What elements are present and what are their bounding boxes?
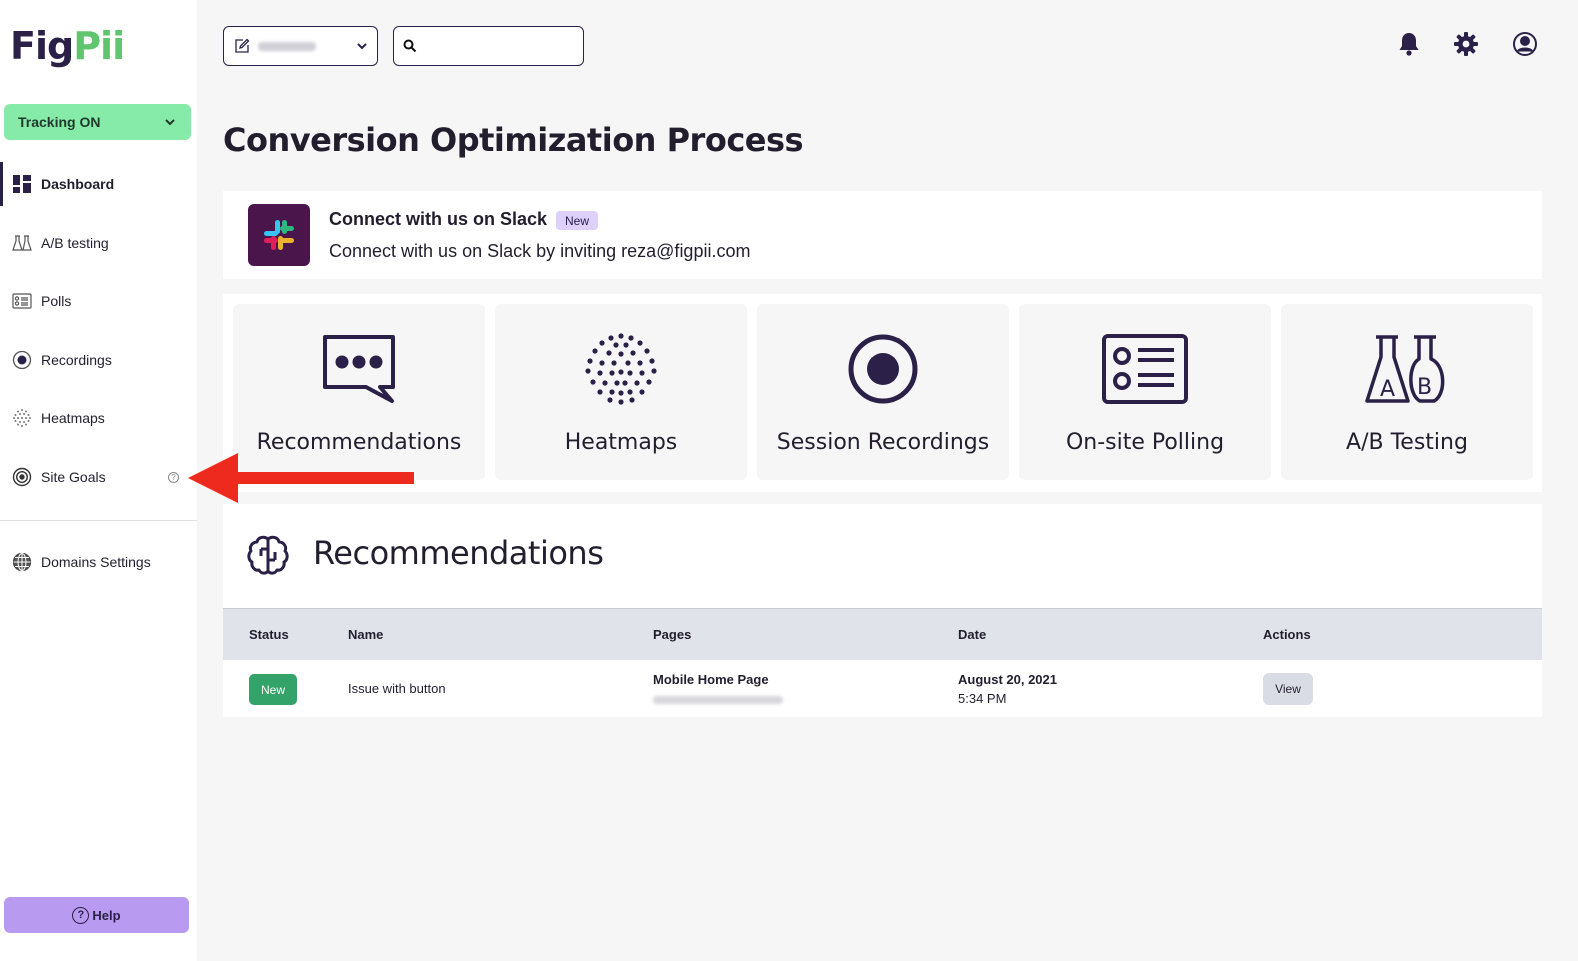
heatmap-icon [12,408,32,428]
search-input[interactable] [423,38,573,54]
feature-card-label: Heatmaps [564,430,678,455]
status-badge: New [249,674,297,705]
figpii-logo[interactable]: FigPii [10,24,125,68]
domain-name-redacted [258,41,316,51]
sidebar-item-heatmaps[interactable]: Heatmaps [0,396,197,440]
sidebar-item-dashboard[interactable]: Dashboard [0,162,197,206]
sidebar-item-domains-settings[interactable]: Domains Settings [0,540,197,584]
sidebar-item-label: Site Goals [41,469,106,485]
tracking-label: Tracking ON [18,114,101,130]
feature-cards: Recommendations Heatmaps Session Recordi… [223,294,1542,492]
tracking-toggle-dropdown[interactable]: Tracking ON [4,104,191,140]
help-tooltip-icon[interactable]: ? [168,471,179,483]
annotation-arrow-icon [188,453,414,503]
column-header-date[interactable]: Date [958,627,986,642]
recommendations-title: Recommendations [313,534,604,572]
notifications-bell-icon[interactable] [1395,30,1423,58]
table-row: New Issue with button Mobile Home Page A… [223,660,1542,717]
brain-icon [247,535,289,575]
globe-icon [12,552,32,572]
sidebar-item-ab-testing[interactable]: A/B testing [0,221,197,265]
feature-card-heatmaps[interactable]: Heatmaps [495,304,747,480]
column-header-status[interactable]: Status [249,627,289,642]
feature-card-label: Session Recordings [776,430,990,455]
slack-banner: Connect with us on Slack New Connect wit… [223,191,1542,279]
poll-form-icon [1099,332,1191,406]
dashboard-icon [12,174,32,194]
column-header-name[interactable]: Name [348,627,383,642]
sidebar-item-polls[interactable]: Polls [0,279,197,323]
settings-gear-icon[interactable] [1452,30,1480,58]
svg-text:B: B [1417,375,1432,400]
sidebar-item-label: Recordings [41,352,112,368]
page-name: Mobile Home Page [653,672,769,687]
slack-title: Connect with us on Slack [329,209,548,229]
slack-logo-icon[interactable] [248,204,310,266]
record-icon [12,350,32,370]
feature-card-session-recordings[interactable]: Session Recordings [757,304,1009,480]
user-account-icon[interactable] [1511,30,1539,58]
logo-text-pii: Pii [73,24,125,68]
domain-selector[interactable] [223,26,378,66]
feature-card-label: On-site Polling [1065,430,1225,455]
slack-subtitle: Connect with us on Slack by inviting rez… [329,241,751,261]
sidebar: FigPii Tracking ON Dashboard A/B testing… [0,0,197,961]
poll-icon [12,291,32,311]
sidebar-item-label: A/B testing [41,235,109,251]
sidebar-item-label: Dashboard [41,176,115,192]
new-badge: New [556,211,599,230]
edit-icon [235,38,250,53]
page-url-redacted [653,696,783,704]
view-button[interactable]: View [1263,673,1313,705]
sidebar-item-recordings[interactable]: Recordings [0,338,197,382]
logo-text-fig: Fig [10,24,74,68]
sidebar-item-label: Polls [41,293,72,309]
search-icon [403,39,417,53]
column-header-actions: Actions [1263,627,1311,642]
sidebar-item-label: Domains Settings [41,554,151,570]
heatmap-dots-icon [575,332,667,406]
sidebar-divider [0,520,197,521]
feature-card-ab-testing[interactable]: A B A/B Testing [1281,304,1533,480]
time-value: 5:34 PM [958,691,1007,706]
chat-bubble-icon [313,332,405,406]
sidebar-item-site-goals[interactable]: Site Goals ? [0,455,197,499]
flask-icon [12,233,32,253]
recommendation-name: Issue with button [348,681,446,696]
table-header: Status Name Pages Date Actions [223,608,1542,660]
chevron-down-icon [165,119,175,126]
ab-flask-icon: A B [1361,332,1453,406]
sidebar-item-label: Heatmaps [41,410,105,426]
column-header-pages[interactable]: Pages [653,627,691,642]
date-value: August 20, 2021 [958,672,1057,687]
record-icon [837,332,929,406]
target-icon [12,467,32,487]
chevron-down-icon [357,43,367,50]
search-box[interactable] [393,26,584,66]
help-button[interactable]: ? Help [4,897,189,933]
feature-card-label: A/B Testing [1346,430,1468,455]
svg-text:A: A [1380,377,1395,402]
question-circle-icon: ? [72,906,90,924]
page-title: Conversion Optimization Process [223,121,804,159]
help-label: Help [92,907,121,923]
feature-card-on-site-polling[interactable]: On-site Polling [1019,304,1271,480]
recommendations-section: Recommendations Status Name Pages Date A… [223,504,1542,717]
